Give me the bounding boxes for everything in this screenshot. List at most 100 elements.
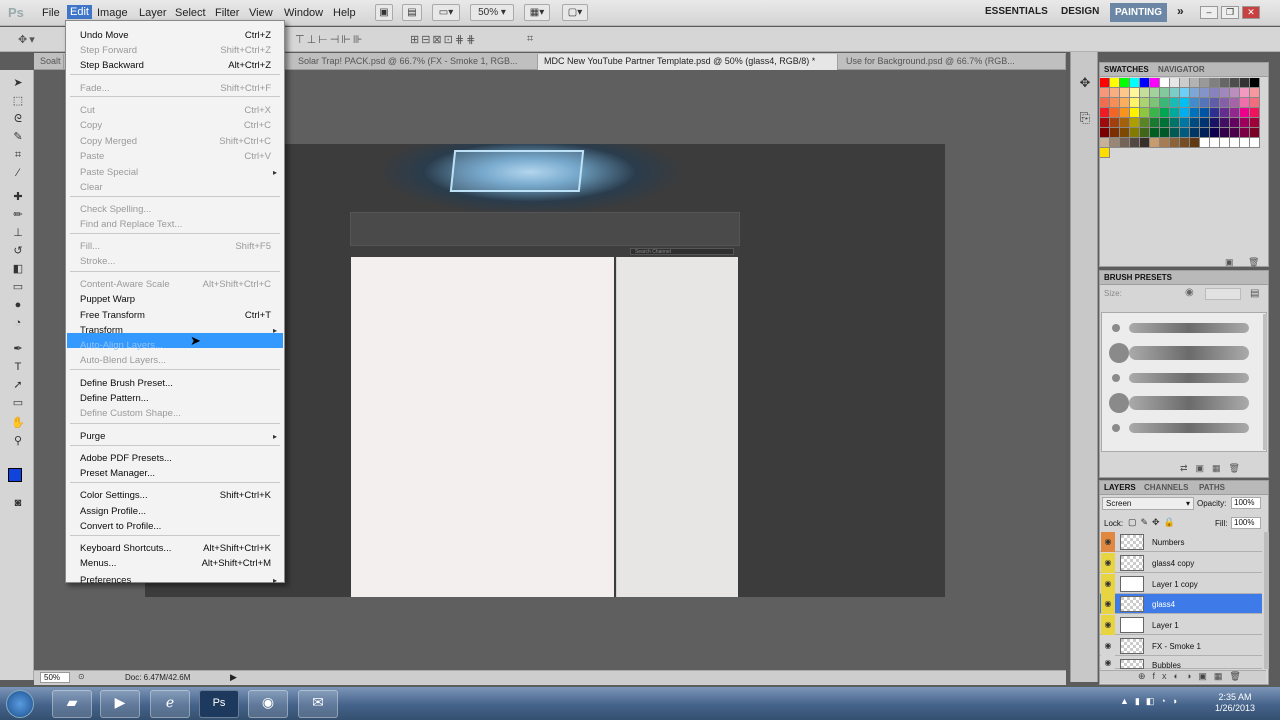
menu-view[interactable]: View: [249, 7, 273, 19]
menu-item-purge[interactable]: Purge: [80, 431, 105, 442]
swatch[interactable]: [1130, 118, 1140, 128]
swatch[interactable]: [1240, 118, 1250, 128]
swatch[interactable]: [1230, 118, 1240, 128]
menu-item-preset-manager[interactable]: Preset Manager...: [80, 468, 155, 479]
eyedropper-icon[interactable]: ⁄: [9, 166, 27, 180]
swatch[interactable]: [1150, 138, 1160, 148]
swatch[interactable]: [1100, 98, 1110, 108]
layers-scrollbar[interactable]: [1264, 532, 1269, 669]
menu-item-define-brush-preset[interactable]: Define Brush Preset...: [80, 378, 173, 389]
swatch[interactable]: [1120, 138, 1130, 148]
swatch[interactable]: [1150, 118, 1160, 128]
swatch[interactable]: [1120, 88, 1130, 98]
menu-window[interactable]: Window: [284, 7, 323, 19]
swatch[interactable]: [1100, 118, 1110, 128]
brush-list-scrollbar[interactable]: [1263, 314, 1267, 450]
swatch[interactable]: [1200, 108, 1210, 118]
type-tool-icon[interactable]: T: [9, 360, 27, 374]
foreground-color-swatch[interactable]: [8, 468, 22, 482]
shape-tool-icon[interactable]: ▭: [9, 396, 27, 410]
swatch[interactable]: [1110, 88, 1120, 98]
swatch[interactable]: [1250, 118, 1260, 128]
swatch[interactable]: [1230, 98, 1240, 108]
workspace-essentials[interactable]: ESSENTIALS: [985, 6, 1048, 17]
swatch[interactable]: [1150, 108, 1160, 118]
tab-brush-presets[interactable]: BRUSH PRESETS: [1104, 273, 1172, 282]
menu-item-adobe-pdf-presets[interactable]: Adobe PDF Presets...: [80, 453, 172, 464]
swatch[interactable]: [1220, 118, 1230, 128]
swatch[interactable]: [1120, 118, 1130, 128]
swatch[interactable]: [1170, 138, 1180, 148]
swatch[interactable]: [1240, 88, 1250, 98]
swatch[interactable]: [1200, 88, 1210, 98]
brush-size-field[interactable]: [1205, 288, 1241, 300]
swatch[interactable]: [1210, 118, 1220, 128]
swatch[interactable]: [1160, 108, 1170, 118]
brush-preset[interactable]: [1103, 391, 1253, 415]
swatch[interactable]: [1140, 98, 1150, 108]
swatch[interactable]: [1160, 148, 1170, 158]
move-tool-icon[interactable]: ✥▾: [18, 33, 37, 46]
visibility-eye-icon[interactable]: ◉: [1101, 657, 1115, 669]
swatch[interactable]: [1110, 128, 1120, 138]
reset-size-icon[interactable]: ◉: [1185, 287, 1194, 298]
brush-tool-icon[interactable]: ✏: [9, 208, 27, 222]
swatch[interactable]: [1210, 98, 1220, 108]
blur-tool-icon[interactable]: ●: [9, 298, 27, 312]
swatch[interactable]: [1180, 118, 1190, 128]
taskbar-clock[interactable]: 2:35 AM 1/26/2013: [1210, 692, 1260, 714]
clone-stamp-icon[interactable]: ⊥: [9, 226, 27, 240]
marquee-tool-icon[interactable]: ⬚: [9, 94, 27, 108]
swatch[interactable]: [1100, 88, 1110, 98]
swatch[interactable]: [1110, 118, 1120, 128]
swatch[interactable]: [1120, 128, 1130, 138]
swatch[interactable]: [1160, 128, 1170, 138]
swatch[interactable]: [1240, 108, 1250, 118]
swatch[interactable]: [1240, 78, 1250, 88]
swatch[interactable]: [1220, 138, 1230, 148]
swatch[interactable]: [1250, 128, 1260, 138]
brush-preset[interactable]: [1103, 341, 1253, 365]
tab-channels[interactable]: CHANNELS: [1144, 483, 1188, 492]
lock-icons[interactable]: ▢✎✥🔒: [1128, 517, 1179, 528]
swatch[interactable]: [1230, 78, 1240, 88]
path-select-icon[interactable]: ➚: [9, 378, 27, 392]
swatch[interactable]: [1190, 128, 1200, 138]
layer-footer-icons[interactable]: ⊕fx◐◑▣▦🗑: [1138, 671, 1248, 682]
swatch[interactable]: [1130, 78, 1140, 88]
visibility-eye-icon[interactable]: ◉: [1101, 553, 1115, 573]
tab-navigator[interactable]: NAVIGATOR: [1158, 65, 1205, 74]
swatch[interactable]: [1120, 98, 1130, 108]
menu-layer[interactable]: Layer: [139, 7, 167, 19]
swatch[interactable]: [1230, 128, 1240, 138]
menu-item-transform[interactable]: Transform: [80, 325, 123, 336]
tab-paths[interactable]: PATHS: [1199, 483, 1225, 492]
swatch[interactable]: [1100, 138, 1110, 148]
tab-document-0[interactable]: Soalt: [34, 54, 64, 70]
menu-item-puppet-warp[interactable]: Puppet Warp: [80, 294, 135, 305]
swatch[interactable]: [1130, 148, 1140, 158]
swatch[interactable]: [1180, 128, 1190, 138]
swatch[interactable]: [1220, 78, 1230, 88]
swatch[interactable]: [1100, 78, 1110, 88]
menu-file[interactable]: File: [42, 7, 60, 19]
brush-panel-icon[interactable]: ✥: [1077, 75, 1093, 91]
swatch[interactable]: [1140, 128, 1150, 138]
swatch[interactable]: [1180, 108, 1190, 118]
swatch[interactable]: [1190, 108, 1200, 118]
menu-item-color-settings[interactable]: Color Settings...: [80, 490, 148, 501]
view-extras-icon[interactable]: ▭▾: [432, 4, 460, 21]
distribute-icons[interactable]: ⊞⊟⊠⊡⋕⋕: [410, 33, 477, 46]
swatch[interactable]: [1170, 128, 1180, 138]
menu-item-preferences[interactable]: Preferences: [80, 575, 131, 586]
tab-layers[interactable]: LAYERS: [1104, 483, 1136, 492]
visibility-eye-icon[interactable]: ◉: [1101, 594, 1115, 614]
swatch[interactable]: [1100, 108, 1110, 118]
swatch[interactable]: [1250, 148, 1260, 158]
swatch[interactable]: [1180, 148, 1190, 158]
crop-tool-icon[interactable]: ⌗: [9, 148, 27, 162]
swatch[interactable]: [1210, 108, 1220, 118]
swatch[interactable]: [1220, 88, 1230, 98]
visibility-eye-icon[interactable]: ◉: [1101, 636, 1115, 656]
swatch[interactable]: [1220, 98, 1230, 108]
